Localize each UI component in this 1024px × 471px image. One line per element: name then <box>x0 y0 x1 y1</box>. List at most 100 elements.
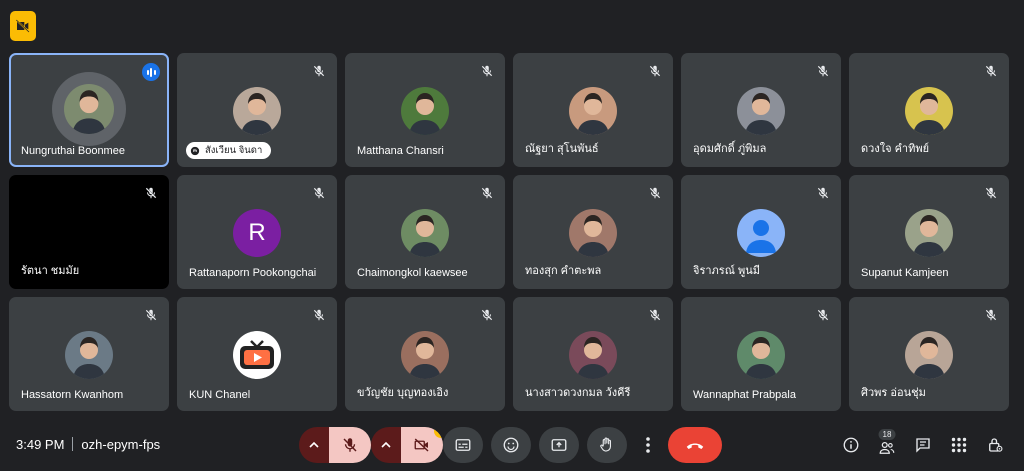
meeting-time: 3:49 PM <box>16 437 65 452</box>
host-controls-button[interactable] <box>982 432 1008 458</box>
participant-name: KUN Chanel <box>189 389 251 401</box>
participant-tile[interactable]: ขวัญชัย บุญทองเอิง <box>345 297 505 411</box>
chat-button[interactable] <box>910 432 936 458</box>
avatar: R <box>233 209 281 257</box>
mic-toggle-button[interactable] <box>329 427 371 463</box>
mic-off-icon <box>478 62 496 80</box>
avatar <box>737 331 785 379</box>
call-end-icon <box>686 443 704 449</box>
participant-tile[interactable]: Matthana Chansri <box>345 53 505 167</box>
chevron-up-icon <box>309 441 319 448</box>
participant-name: Chaimongkol kaewsee <box>357 267 468 279</box>
participant-name: Supanut Kamjeen <box>861 267 949 279</box>
participant-tile[interactable]: Hassatorn Kwanhom <box>9 297 169 411</box>
participant-tile[interactable]: Nungruthai Boonmee <box>9 53 169 167</box>
mic-off-icon <box>310 184 328 202</box>
participant-name: ทองสุก คำตะพล <box>525 265 602 277</box>
avatar <box>569 209 617 257</box>
present-button[interactable] <box>539 427 579 463</box>
participant-name: Hassatorn Kwanhom <box>21 389 124 401</box>
participant-tile[interactable]: จิราภรณ์ พูนมี <box>681 175 841 289</box>
avatar <box>905 209 953 257</box>
mic-off-icon <box>142 184 160 202</box>
emoji-button[interactable] <box>491 427 531 463</box>
participant-name: อุดมศักดิ์ ภู่พิมล <box>693 143 767 155</box>
hand-icon <box>190 146 200 155</box>
participant-tile[interactable]: Wannaphat Prabpala <box>681 297 841 411</box>
leave-call-button[interactable] <box>668 427 722 463</box>
participant-name: ดวงใจ คำทิพย์ <box>861 143 930 155</box>
participant-name: Nungruthai Boonmee <box>21 145 125 157</box>
camera-off-icon <box>414 438 429 452</box>
mic-off-icon <box>646 184 664 202</box>
host-controls-icon <box>989 438 1003 452</box>
activities-button[interactable] <box>946 432 972 458</box>
avatar <box>52 72 126 146</box>
avatar <box>905 87 953 135</box>
apps-icon <box>951 437 967 453</box>
mic-off-icon <box>646 306 664 324</box>
participant-tile[interactable]: ทองสุก คำตะพล <box>513 175 673 289</box>
more-vert-icon <box>646 437 650 453</box>
mic-off-icon <box>982 184 1000 202</box>
mic-off-icon <box>310 62 328 80</box>
mic-off-icon <box>982 306 1000 324</box>
captions-button[interactable] <box>443 427 483 463</box>
mic-off-icon <box>814 62 832 80</box>
participant-name: นางสาวดวงกมล วังคีรี <box>525 387 631 399</box>
participant-tile[interactable]: Supanut Kamjeen <box>849 175 1009 289</box>
avatar <box>905 331 953 379</box>
avatar <box>233 87 281 135</box>
warning-icon: ! <box>434 427 443 438</box>
participant-tile[interactable]: ดวงใจ คำทิพย์ <box>849 53 1009 167</box>
camera-toggle-button[interactable]: ! <box>401 427 443 463</box>
avatar <box>401 331 449 379</box>
participant-tile[interactable]: Chaimongkol kaewsee <box>345 175 505 289</box>
captions-icon <box>455 439 471 451</box>
participant-tile[interactable]: สังเวียน จินดา <box>177 53 337 167</box>
mic-off-icon <box>478 306 496 324</box>
mic-options-button[interactable] <box>299 427 329 463</box>
present-icon <box>551 439 567 451</box>
avatar <box>737 87 785 135</box>
meeting-details-button[interactable] <box>838 432 864 458</box>
mic-off-icon <box>646 62 664 80</box>
participant-name: สังเวียน จินดา <box>205 145 263 156</box>
raise-hand-icon <box>600 437 612 452</box>
mic-off-icon <box>142 306 160 324</box>
mic-off-icon <box>982 62 1000 80</box>
avatar <box>569 331 617 379</box>
mic-off-icon <box>343 438 357 452</box>
camera-options-button[interactable] <box>371 427 401 463</box>
participant-name: รัตนา ชมมัย <box>21 265 80 277</box>
participant-name: ณัฐยา สุโนพันธ์ <box>525 143 599 155</box>
participant-tile[interactable]: อุดมศักดิ์ ภู่พิมล <box>681 53 841 167</box>
participant-tile[interactable]: ศิวพร อ่อนชุ่ม <box>849 297 1009 411</box>
participant-tile[interactable]: รัตนา ชมมัย <box>9 175 169 289</box>
control-bar: 3:49 PM ozh-epym-fps ! 18 <box>0 420 1024 471</box>
meeting-code[interactable]: ozh-epym-fps <box>81 437 160 452</box>
avatar <box>65 331 113 379</box>
mic-off-icon <box>814 184 832 202</box>
participant-tile[interactable]: ณัฐยา สุโนพันธ์ <box>513 53 673 167</box>
mic-off-icon <box>310 306 328 324</box>
participant-name: Rattanaporn Pookongchai <box>189 267 317 279</box>
mic-off-icon <box>478 184 496 202</box>
speaking-indicator-icon <box>142 63 160 81</box>
camera-off-badge-icon[interactable] <box>10 11 36 41</box>
avatar <box>233 331 281 379</box>
mic-off-icon <box>814 306 832 324</box>
info-icon <box>843 437 859 453</box>
participant-tile[interactable]: R Rattanaporn Pookongchai <box>177 175 337 289</box>
avatar <box>401 209 449 257</box>
people-button[interactable]: 18 <box>874 429 900 458</box>
participant-tile[interactable]: KUN Chanel <box>177 297 337 411</box>
more-options-button[interactable] <box>635 427 661 463</box>
mic-control <box>299 427 371 463</box>
avatar-letter: R <box>248 219 266 246</box>
avatar <box>401 87 449 135</box>
participant-name: จิราภรณ์ พูนมี <box>693 265 760 277</box>
participant-tile[interactable]: นางสาวดวงกมล วังคีรี <box>513 297 673 411</box>
participant-name: ศิวพร อ่อนชุ่ม <box>861 387 926 399</box>
raise-hand-button[interactable] <box>587 427 627 463</box>
